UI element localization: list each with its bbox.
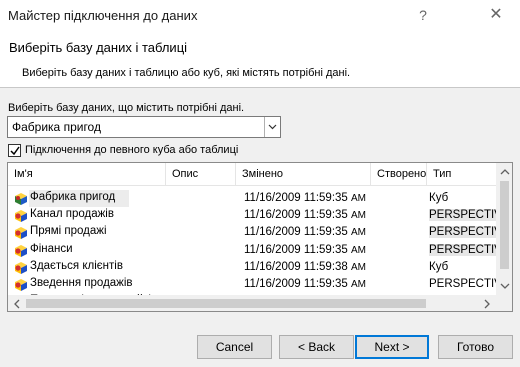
table-row[interactable]: Канал продажів 11/16/2009 11:59:35 AM PERS… — [8, 207, 499, 224]
row-name: Фабрика пригод — [30, 191, 116, 203]
row-modified-date: 11/16/2009 11:59:35 — [244, 192, 348, 204]
specific-cube-checkbox[interactable] — [8, 144, 21, 157]
cube-list[interactable]: Ім'я Опис Змінено Створено Тип Фабрика п… — [7, 162, 513, 312]
row-modified-ampm: AM — [351, 210, 367, 222]
dropdown-button[interactable] — [264, 117, 280, 137]
column-header-name[interactable]: Ім'я — [8, 163, 166, 185]
wizard-header: Виберіть базу даних і таблиці Виберіть б… — [0, 30, 520, 85]
column-header-description[interactable]: Опис — [166, 163, 236, 185]
finish-button[interactable]: Готово — [438, 335, 513, 359]
row-name: Здається клієнтів — [30, 259, 123, 272]
row-type: Куб — [429, 260, 449, 273]
row-modified-date: 11/16/2009 11:59:35 — [244, 209, 348, 222]
page-subtitle: Виберіть базу даних і таблицю або куб, я… — [22, 67, 351, 79]
row-modified: 11/16/2009 11:59:35 AM — [244, 244, 366, 256]
column-header-modified[interactable]: Змінено — [236, 163, 371, 185]
row-modified: 11/16/2009 11:59:35 AM — [244, 192, 366, 204]
row-name: Канал продажів — [30, 208, 114, 221]
perspective-icon — [15, 210, 27, 223]
perspective-icon — [15, 244, 27, 257]
row-type: PERSPECTIVE — [429, 243, 499, 256]
row-name: Фінанси — [30, 242, 73, 255]
close-button[interactable]: ✕ — [481, 4, 511, 26]
row-modified-date: 11/16/2009 11:59:35 — [244, 243, 348, 256]
row-name: Прямі продажі — [30, 225, 107, 238]
row-type: PERSPECTIVE — [429, 278, 499, 290]
scroll-right-icon[interactable] — [482, 299, 492, 309]
scroll-up-icon[interactable] — [500, 167, 510, 177]
row-modified-ampm: AM — [351, 244, 367, 256]
table-row[interactable]: Здається клієнтів 11/16/2009 11:59:38 AM К… — [8, 259, 496, 276]
horizontal-scroll-thumb[interactable] — [26, 299, 426, 308]
row-modified-date: 11/16/2009 11:59:38 — [244, 260, 348, 273]
chevron-down-icon — [268, 124, 277, 130]
row-type: PERSPECTIVE — [429, 209, 499, 222]
cube-icon — [15, 193, 27, 205]
row-name: Зведення продажів — [30, 277, 133, 289]
title-bar: Майстер підключення до даних ? ✕ — [0, 0, 520, 30]
scroll-down-icon[interactable] — [500, 281, 510, 291]
back-button[interactable]: < Back — [279, 335, 354, 359]
window-title: Майстер підключення до даних — [8, 8, 198, 23]
next-button[interactable]: Next > — [355, 335, 429, 359]
scroll-corner — [496, 295, 512, 311]
perspective-icon — [15, 279, 27, 291]
vertical-scroll-thumb[interactable] — [500, 181, 509, 269]
row-modified-ampm: AM — [351, 279, 367, 290]
scroll-left-icon[interactable] — [12, 299, 22, 309]
cancel-button[interactable]: Cancel — [197, 335, 272, 359]
database-label: Виберіть базу даних, що містить потрібні… — [8, 102, 245, 114]
row-modified-ampm: AM — [351, 227, 367, 239]
help-button[interactable]: ? — [408, 4, 438, 26]
vertical-scrollbar[interactable] — [496, 163, 512, 295]
database-select-value: Фабрика пригод — [12, 120, 101, 134]
perspective-icon — [15, 261, 27, 274]
row-modified-ampm: AM — [351, 261, 367, 273]
row-modified-date: 11/16/2009 11:59:35 — [244, 278, 348, 290]
page-title: Виберіть базу даних і таблиці — [9, 40, 188, 55]
database-select[interactable]: Фабрика пригод — [7, 116, 281, 138]
button-bar: Cancel < Back Next > Готово — [0, 330, 520, 367]
table-row[interactable]: Прямі продажі 11/16/2009 11:59:35 AM PERSP… — [8, 224, 499, 241]
column-header-type[interactable]: Тип — [427, 163, 496, 185]
wizard-body: Виберіть базу даних, що містить потрібні… — [0, 88, 520, 367]
table-row[interactable]: Зведення продажів 11/16/2009 11:59:35 AM P… — [8, 276, 499, 293]
column-header-created[interactable]: Створено — [371, 163, 427, 185]
perspective-icon — [15, 227, 27, 240]
specific-cube-label: Підключення до певного куба або таблиці — [25, 144, 239, 156]
checkmark-icon — [10, 146, 20, 156]
row-modified: 11/16/2009 11:59:35 AM — [244, 226, 366, 238]
table-row[interactable]: Фінанси 11/16/2009 11:59:35 AM PERSPECTIVE — [8, 242, 499, 259]
row-modified: 11/16/2009 11:59:35 AM — [244, 278, 366, 290]
row-modified: 11/16/2009 11:59:38 AM — [244, 261, 366, 273]
row-type: PERSPECTIVE — [429, 226, 499, 239]
row-modified-ampm: AM — [351, 193, 367, 204]
row-modified: 11/16/2009 11:59:35 AM — [244, 209, 366, 221]
horizontal-scrollbar[interactable] — [8, 295, 496, 311]
row-modified-date: 11/16/2009 11:59:35 — [244, 226, 348, 239]
table-row[interactable]: Фабрика пригод 11/16/2009 11:59:35 AM Куб — [8, 190, 496, 207]
row-type: Куб — [429, 192, 449, 204]
header-divider-line — [8, 185, 496, 186]
